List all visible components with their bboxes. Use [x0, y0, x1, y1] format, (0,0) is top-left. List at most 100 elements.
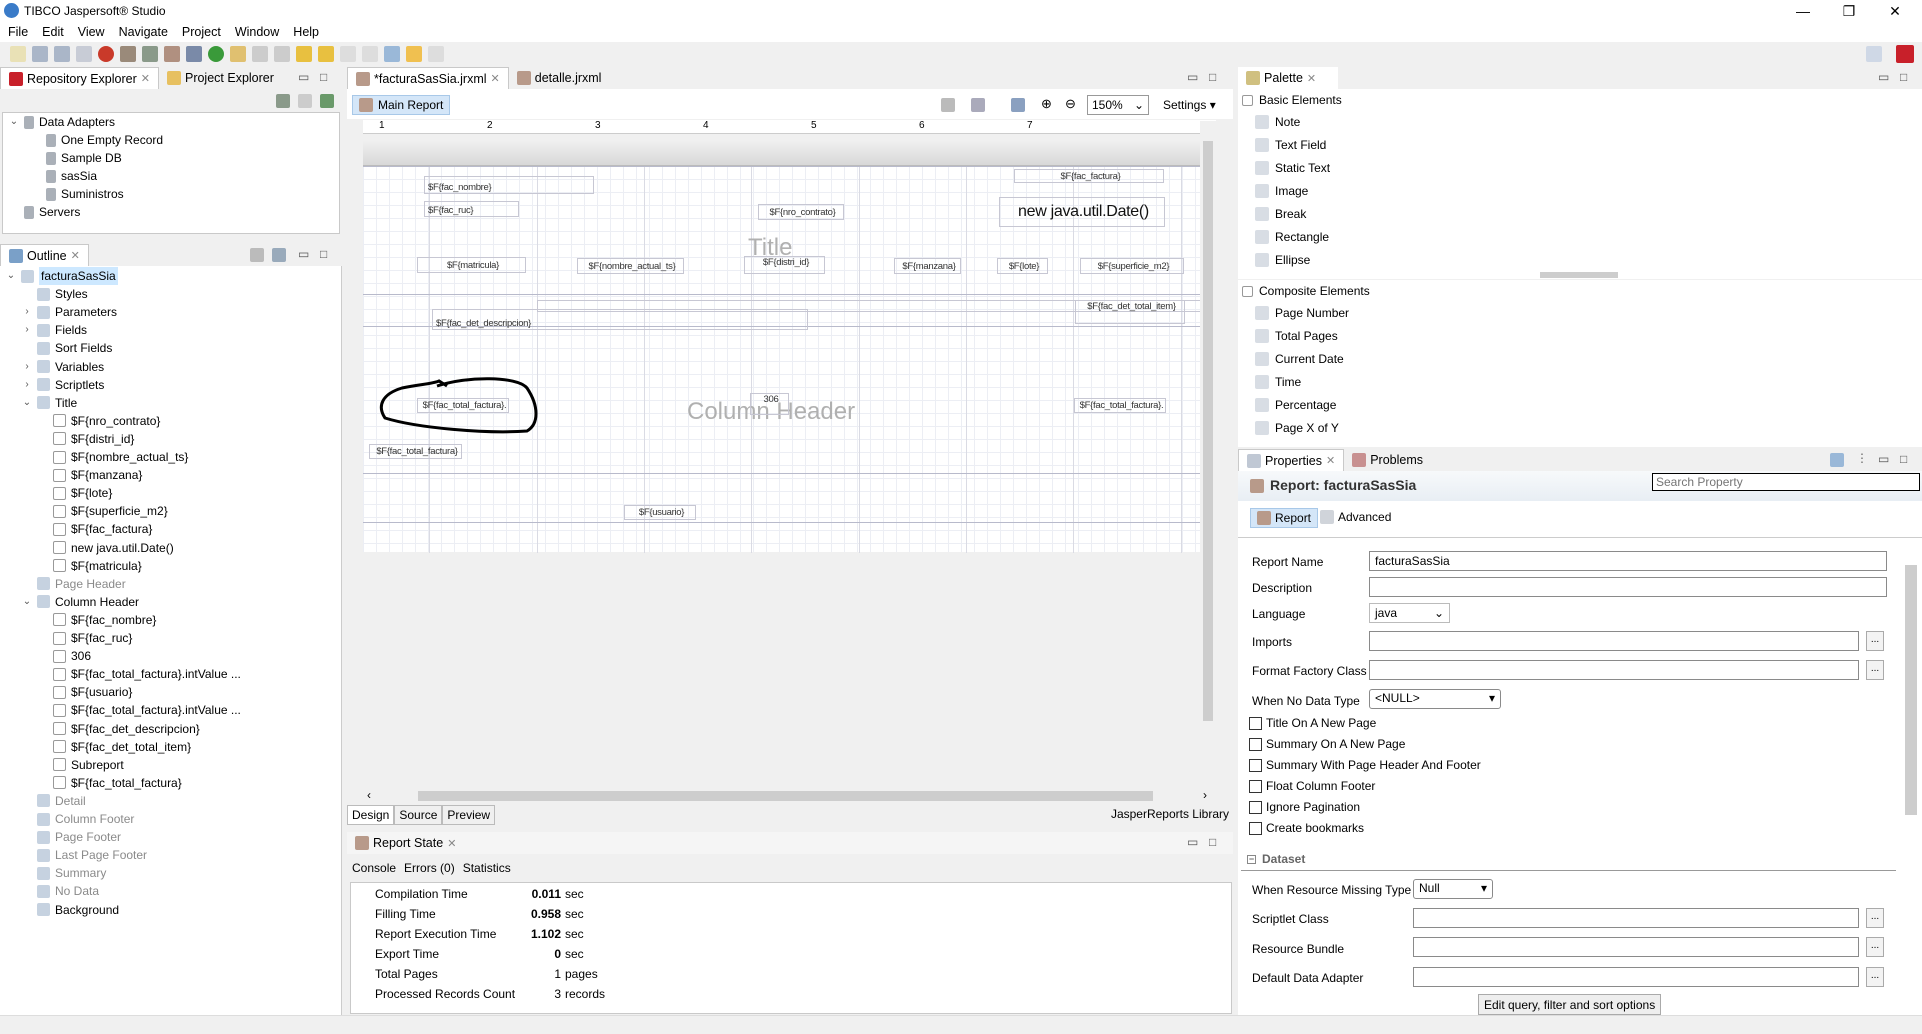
outline-item[interactable]: $F{fac_total_factura}.intValue ... [38, 665, 241, 683]
view-menu-icon[interactable]: ⋮ [1856, 451, 1868, 465]
field-lote[interactable]: $F{lote} [997, 258, 1048, 274]
outline-item[interactable]: › Fields [22, 321, 87, 339]
palette-item-note[interactable]: Note [1255, 113, 1300, 131]
scrollbar-thumb[interactable] [418, 791, 1153, 801]
outline-view-icon[interactable] [941, 98, 955, 112]
tab-palette[interactable]: Palette ✕ [1238, 67, 1338, 89]
outline-item[interactable]: ⌄ Title [22, 394, 77, 412]
outline-item[interactable]: › Variables [22, 358, 104, 376]
palette-item-page-x-of-y[interactable]: Page X of Y [1255, 419, 1339, 437]
new-report-icon[interactable] [120, 46, 136, 62]
outline-item[interactable]: $F{superficie_m2} [38, 502, 168, 520]
no-data-type-select[interactable]: <NULL> ▾ [1369, 689, 1501, 709]
outline-item[interactable]: $F{fac_ruc} [38, 629, 132, 647]
layout-icon[interactable] [1011, 98, 1025, 112]
menu-navigate[interactable]: Navigate [119, 25, 168, 39]
undo-icon[interactable] [406, 46, 422, 62]
maximize-view-icon[interactable]: □ [320, 247, 327, 261]
close-icon[interactable]: ✕ [71, 249, 80, 262]
close-icon[interactable]: ✕ [491, 72, 500, 85]
expand-arrow-icon[interactable]: › [22, 358, 32, 376]
field-fac-total-factura-2[interactable]: $F{fac_total_factura}. [1074, 398, 1166, 413]
outline-item[interactable]: ⌄ facturaSasSia [6, 267, 118, 285]
outline-item[interactable]: $F{usuario} [38, 683, 132, 701]
zoom-in-icon[interactable]: ⊕ [1041, 96, 1052, 112]
compile-icon[interactable] [76, 46, 92, 62]
close-icon[interactable]: ✕ [447, 837, 456, 850]
menu-window[interactable]: Window [235, 25, 279, 39]
imports-input[interactable] [1369, 631, 1859, 651]
expand-arrow-icon[interactable]: ⌄ [6, 267, 16, 285]
outline-item[interactable]: Styles [22, 285, 88, 303]
save-icon[interactable] [32, 46, 48, 62]
outline-item[interactable]: No Data [22, 882, 99, 900]
minimize-button[interactable]: — [1780, 0, 1826, 22]
minimize-view-icon[interactable]: ▭ [1187, 835, 1198, 849]
checkbox-box[interactable] [1249, 737, 1262, 751]
jaspersoft-perspective-icon[interactable] [1896, 45, 1914, 63]
imports-browse-button[interactable]: ... [1866, 631, 1884, 651]
perspective-icon[interactable] [1866, 46, 1882, 62]
maximize-view-icon[interactable]: □ [1209, 835, 1216, 849]
minimize-view-icon[interactable]: ▭ [1187, 70, 1198, 84]
outline-item[interactable]: Detail [22, 792, 86, 810]
add-adapter-icon[interactable] [276, 94, 290, 108]
palette-item-time[interactable]: Time [1255, 373, 1301, 391]
maximize-view-icon[interactable]: □ [1900, 70, 1907, 84]
checkbox-create-bookmarks[interactable]: Create bookmarks [1249, 821, 1364, 835]
checkbox-box[interactable] [1249, 716, 1262, 730]
close-icon[interactable]: ✕ [1326, 454, 1335, 467]
outline-item[interactable]: › Scriptlets [22, 376, 104, 394]
field-current-date[interactable]: new java.util.Date() [999, 197, 1165, 227]
expand-arrow-icon[interactable]: ⌄ [22, 394, 32, 412]
outline-item[interactable]: Column Footer [22, 810, 134, 828]
tab-project-explorer[interactable]: Project Explorer [159, 67, 282, 89]
outline-item[interactable]: Subreport [38, 756, 124, 774]
collapse-all-icon[interactable] [250, 248, 264, 262]
format-factory-browse-button[interactable]: ... [1866, 660, 1884, 680]
main-report-button[interactable]: Main Report [352, 95, 451, 115]
outline-item[interactable]: Background [22, 901, 119, 919]
prev-annotation-icon[interactable] [274, 46, 290, 62]
expand-arrow-icon[interactable]: ⌄ [22, 593, 32, 611]
view-menu-icon[interactable] [272, 248, 286, 262]
outline-item[interactable]: $F{nombre_actual_ts} [38, 448, 188, 466]
resource-missing-select[interactable]: Null ▾ [1413, 879, 1493, 899]
last-edit-icon[interactable] [296, 46, 312, 62]
palette-splitter[interactable] [1540, 272, 1618, 278]
scriptlet-class-input[interactable] [1413, 908, 1859, 928]
connect-icon[interactable] [298, 94, 312, 108]
restore-button[interactable]: ❐ [1826, 0, 1872, 22]
tab-facturasassia[interactable]: *facturaSasSia.jrxml ✕ [347, 67, 509, 89]
default-adapter-input[interactable] [1413, 967, 1859, 987]
outline-item[interactable]: Summary [22, 864, 106, 882]
settings-menu[interactable]: Settings ▾ [1163, 98, 1216, 112]
tab-errors[interactable]: Errors (0) [404, 861, 455, 875]
field-manzana[interactable]: $F{manzana} [894, 258, 961, 274]
outline-item[interactable]: Page Footer [22, 828, 121, 846]
scroll-right-icon[interactable]: › [1203, 788, 1207, 802]
outline-item[interactable]: new java.util.Date() [38, 539, 174, 557]
outline-item[interactable]: › Parameters [22, 303, 117, 321]
zoom-out-icon[interactable]: ⊖ [1065, 96, 1076, 112]
tree-item[interactable]: Sample DB [31, 149, 122, 167]
palette-item-ellipse[interactable]: Ellipse [1255, 251, 1310, 269]
field-fac-factura[interactable]: $F{fac_factura} [1014, 169, 1164, 183]
maximize-view-icon[interactable]: □ [1900, 452, 1907, 466]
expand-arrow-icon[interactable]: › [22, 376, 32, 394]
outline-item[interactable]: $F{distri_id} [38, 430, 134, 448]
description-input[interactable] [1369, 577, 1887, 597]
menu-edit[interactable]: Edit [42, 25, 64, 39]
tab-console[interactable]: Console [352, 861, 396, 875]
field-superficie-m2[interactable]: $F{superficie_m2} [1080, 258, 1184, 274]
palette-item-current-date[interactable]: Current Date [1255, 350, 1344, 368]
tree-item[interactable]: Suministros [31, 185, 124, 203]
expand-arrow-icon[interactable]: ⌄ [9, 113, 19, 131]
publish-icon[interactable] [186, 46, 202, 62]
tab-detalle[interactable]: detalle.jrxml [509, 67, 610, 89]
palette-item-page-number[interactable]: Page Number [1255, 304, 1349, 322]
palette-item-break[interactable]: Break [1255, 205, 1306, 223]
tab-outline[interactable]: Outline ✕ [0, 244, 89, 266]
expand-arrow-icon[interactable]: › [22, 321, 32, 339]
menu-project[interactable]: Project [182, 25, 221, 39]
